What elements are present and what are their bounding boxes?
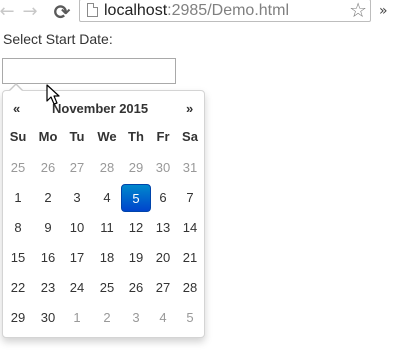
browser-toolbar: ← → ⟳ localhost:2985/Demo.html ☆ » bbox=[0, 0, 397, 26]
page-icon bbox=[87, 3, 98, 17]
day-cell[interactable]: 18 bbox=[94, 244, 120, 272]
datepicker-popup: « November 2015 » Su Mo Tu We Th Fr Sa 25 26 27 2… bbox=[2, 83, 206, 339]
day-cell[interactable]: 2 bbox=[35, 184, 61, 212]
start-date-input[interactable] bbox=[2, 58, 176, 84]
day-cell[interactable]: 29 bbox=[121, 154, 151, 182]
forward-arrow-icon[interactable]: → bbox=[21, 1, 39, 23]
reload-icon[interactable]: ⟳ bbox=[52, 1, 72, 23]
day-cell[interactable]: 26 bbox=[35, 154, 61, 182]
calendar-day-grid: 25 26 27 28 29 30 31 1 2 3 4 5 6 7 8 9 10 11 12 13 14 15 16 17 1… bbox=[3, 91, 206, 339]
day-cell[interactable]: 21 bbox=[178, 244, 202, 272]
day-cell[interactable]: 14 bbox=[178, 214, 202, 242]
day-cell[interactable]: 12 bbox=[121, 214, 151, 242]
day-cell[interactable]: 13 bbox=[150, 214, 176, 242]
day-cell[interactable]: 22 bbox=[5, 274, 31, 302]
day-cell[interactable]: 23 bbox=[35, 274, 61, 302]
day-cell[interactable]: 30 bbox=[35, 304, 61, 332]
day-cell[interactable]: 25 bbox=[94, 274, 120, 302]
day-cell[interactable]: 28 bbox=[178, 274, 202, 302]
day-cell[interactable]: 30 bbox=[150, 154, 176, 182]
day-cell[interactable]: 28 bbox=[94, 154, 120, 182]
day-cell[interactable]: 5 bbox=[178, 304, 202, 332]
day-cell[interactable]: 26 bbox=[121, 274, 151, 302]
bookmark-star-icon[interactable]: ☆ bbox=[349, 0, 367, 21]
address-bar[interactable]: localhost:2985/Demo.html ☆ bbox=[79, 0, 371, 22]
day-cell[interactable]: 11 bbox=[94, 214, 120, 242]
start-date-label: Select Start Date: bbox=[3, 31, 113, 47]
day-cell[interactable]: 24 bbox=[64, 274, 90, 302]
day-cell[interactable]: 4 bbox=[150, 304, 176, 332]
day-cell-selected[interactable]: 5 bbox=[121, 184, 151, 212]
day-cell[interactable]: 20 bbox=[150, 244, 176, 272]
day-cell[interactable]: 27 bbox=[64, 154, 90, 182]
day-cell[interactable]: 2 bbox=[94, 304, 120, 332]
day-cell[interactable]: 15 bbox=[5, 244, 31, 272]
day-cell[interactable]: 10 bbox=[64, 214, 90, 242]
overflow-menu-icon[interactable]: » bbox=[379, 1, 388, 21]
url-text[interactable]: localhost:2985/Demo.html bbox=[104, 1, 289, 20]
day-cell[interactable]: 4 bbox=[94, 184, 120, 212]
day-cell[interactable]: 16 bbox=[35, 244, 61, 272]
mouse-cursor-icon bbox=[46, 84, 60, 105]
day-cell[interactable]: 17 bbox=[64, 244, 90, 272]
day-cell[interactable]: 29 bbox=[5, 304, 31, 332]
day-cell[interactable]: 1 bbox=[64, 304, 90, 332]
day-cell[interactable]: 8 bbox=[5, 214, 31, 242]
day-cell[interactable]: 6 bbox=[150, 184, 176, 212]
day-cell[interactable]: 25 bbox=[5, 154, 31, 182]
day-cell[interactable]: 1 bbox=[5, 184, 31, 212]
day-cell[interactable]: 7 bbox=[178, 184, 202, 212]
day-cell[interactable]: 9 bbox=[35, 214, 61, 242]
day-cell[interactable]: 3 bbox=[121, 304, 151, 332]
day-cell[interactable]: 3 bbox=[64, 184, 90, 212]
day-cell[interactable]: 19 bbox=[121, 244, 151, 272]
day-cell[interactable]: 27 bbox=[150, 274, 176, 302]
back-arrow-icon[interactable]: ← bbox=[0, 1, 15, 23]
url-host: localhost bbox=[104, 2, 168, 19]
day-cell[interactable]: 31 bbox=[178, 154, 202, 182]
url-path: :2985/Demo.html bbox=[167, 2, 289, 19]
